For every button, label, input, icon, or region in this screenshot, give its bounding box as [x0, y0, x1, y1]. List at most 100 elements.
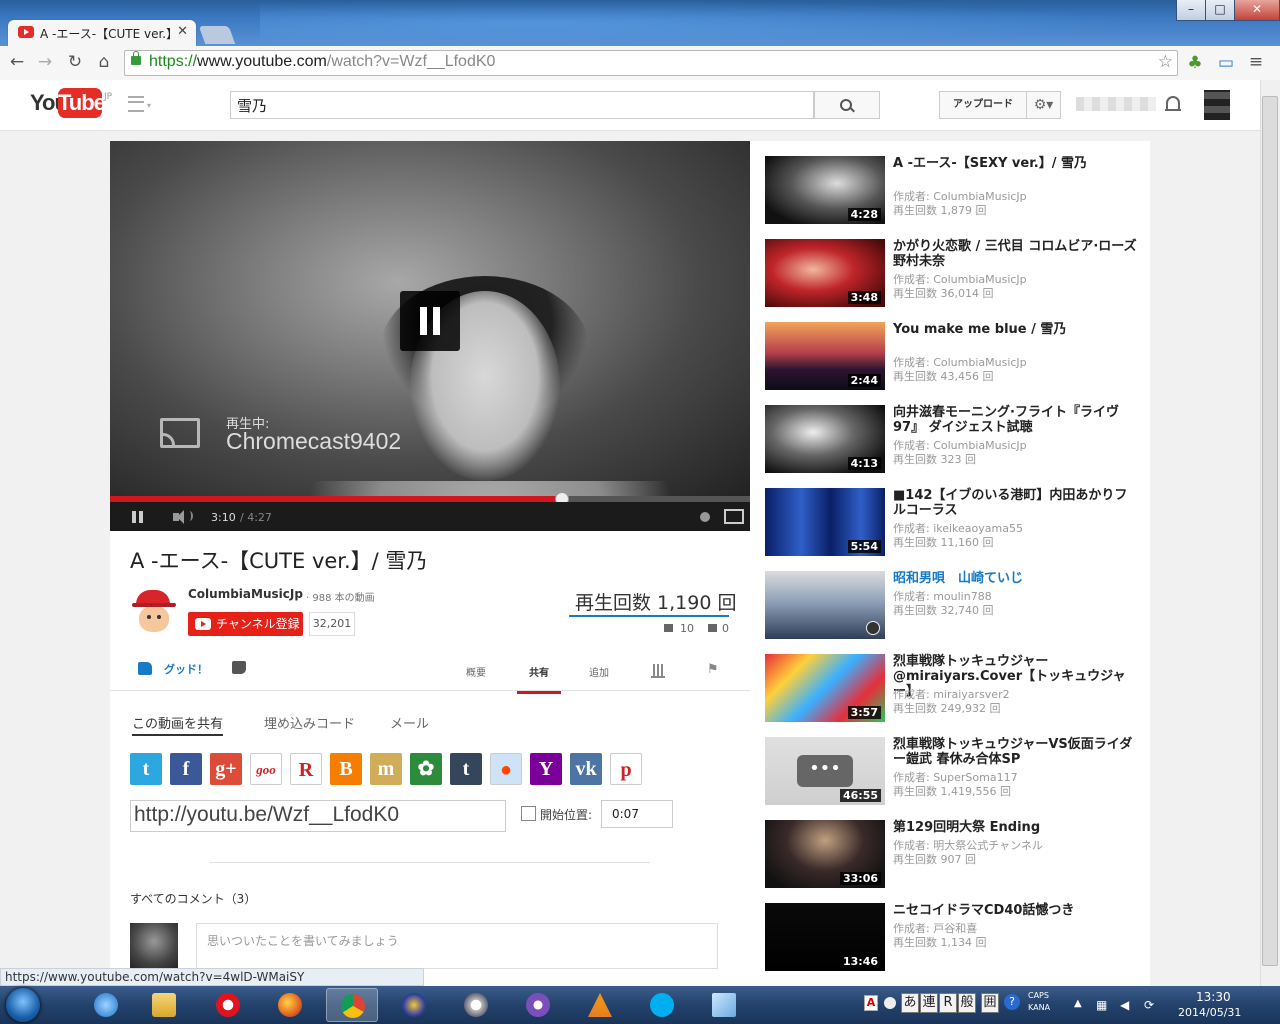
start-button[interactable]	[6, 988, 40, 1022]
taskbar-firefox[interactable]	[264, 988, 316, 1022]
logo-tube[interactable]: Tube	[58, 88, 106, 118]
home-icon[interactable]: ⌂	[93, 51, 115, 73]
taskbar-opera[interactable]	[202, 988, 254, 1022]
ime-mode-r[interactable]: R	[939, 993, 957, 1013]
ime-mode-kakomi[interactable]: 囲	[981, 993, 999, 1013]
related-thumbnail[interactable]	[765, 571, 885, 639]
related-thumbnail[interactable]: 5:54	[765, 488, 885, 556]
scrollbar-thumb[interactable]	[1262, 96, 1278, 966]
cast-extension-icon[interactable]: ▭	[1215, 52, 1237, 74]
dislike-icon[interactable]	[232, 661, 246, 674]
share-goo-icon[interactable]: goo	[250, 753, 282, 785]
share-url-field[interactable]: http://youtu.be/Wzf__LfodK0	[130, 800, 506, 832]
channel-video-count[interactable]: · 988 本の動画	[306, 589, 375, 604]
close-window-button[interactable]: ✕	[1234, 0, 1280, 21]
related-thumbnail[interactable]: 4:28	[765, 156, 885, 224]
close-tab-icon[interactable]: ✕	[177, 24, 188, 39]
taskbar-skype[interactable]	[636, 988, 688, 1022]
clock-date[interactable]: 2014/05/31	[1178, 1006, 1241, 1019]
acrobat-tray-icon[interactable]: A	[864, 995, 878, 1011]
related-thumbnail[interactable]: 13:46	[765, 903, 885, 971]
cast-button-icon[interactable]	[724, 509, 744, 524]
network-icon[interactable]: ▦	[1096, 998, 1107, 1012]
share-rakuten-icon[interactable]: R	[290, 753, 322, 785]
comment-input[interactable]: 思いついたことを書いてみましょう	[196, 923, 718, 969]
share-reddit-icon[interactable]: ●	[490, 753, 522, 785]
taskbar-chrome[interactable]	[326, 988, 378, 1022]
related-title[interactable]: ニセコイドラマCD40話憾つき	[893, 903, 1138, 918]
ime-status-icon[interactable]	[884, 997, 896, 1009]
taskbar-app-oval[interactable]	[450, 988, 502, 1022]
flag-icon[interactable]: ⚑	[707, 662, 719, 677]
related-title[interactable]: A -エース-【SEXY ver.】/ 雪乃	[893, 156, 1138, 171]
related-thumbnail[interactable]: 3:48	[765, 239, 885, 307]
browser-tab-active[interactable]: A -エース-【CUTE ver.】 ✕	[8, 20, 196, 46]
taskbar-window[interactable]	[698, 988, 750, 1022]
watch-later-icon[interactable]	[866, 621, 880, 635]
tab-add[interactable]: 追加	[589, 664, 609, 679]
share-blogger-icon[interactable]: B	[330, 753, 362, 785]
related-thumbnail[interactable]: 2:44	[765, 322, 885, 390]
forward-icon[interactable]: →	[34, 51, 56, 73]
channel-avatar[interactable]	[130, 586, 178, 634]
clock-time[interactable]: 13:30	[1196, 990, 1231, 1004]
speaker-icon[interactable]: ◀	[1120, 998, 1129, 1012]
share-pinterest-icon[interactable]: p	[610, 753, 642, 785]
bookmark-star-icon[interactable]: ☆	[1158, 52, 1173, 72]
taskbar-vlc[interactable]	[574, 988, 626, 1022]
related-title[interactable]: You make me blue / 雪乃	[893, 322, 1138, 337]
account-name-blurred[interactable]	[1076, 97, 1156, 111]
new-tab-button[interactable]	[198, 26, 236, 44]
taskbar-explorer[interactable]	[138, 988, 190, 1022]
watch-later-icon[interactable]	[700, 512, 710, 522]
account-avatar[interactable]	[1204, 90, 1230, 120]
help-icon[interactable]: ?	[1004, 994, 1020, 1010]
notification-bell-icon[interactable]	[1165, 96, 1181, 111]
start-time-checkbox[interactable]	[521, 806, 536, 821]
chrome-menu-icon[interactable]: ≡	[1245, 51, 1267, 73]
like-button[interactable]: グッド！	[164, 661, 208, 677]
related-title[interactable]: 向井滋春モーニング·フライト『ライヴ97』 ダイジェスト試聴	[893, 405, 1138, 435]
settings-gear-button[interactable]: ⚙▾	[1027, 91, 1061, 119]
related-title[interactable]: ■142【イブのいる港町】内田あかりフルコーラス	[893, 488, 1138, 518]
search-input[interactable]: 雪乃	[230, 91, 814, 119]
related-thumbnail[interactable]: 4:13	[765, 405, 885, 473]
tray-expand-icon[interactable]: ▲	[1074, 998, 1082, 1009]
share-subtab-share[interactable]: この動画を共有	[132, 713, 224, 736]
share-twitter-icon[interactable]: t	[130, 753, 162, 785]
extension-sprout-icon[interactable]: ♣	[1184, 52, 1206, 74]
ime-mode-hiragana[interactable]: あ	[901, 993, 919, 1013]
share-vk-icon[interactable]: vk	[570, 753, 602, 785]
related-title[interactable]: かがり火恋歌 / 三代目 コロムビア·ローズ 野村未奈	[893, 239, 1138, 269]
taskbar-ie[interactable]	[80, 988, 132, 1022]
minimize-button[interactable]: –	[1176, 0, 1206, 21]
related-thumbnail[interactable]: 33:06	[765, 820, 885, 888]
share-mixi-icon[interactable]: m	[370, 753, 402, 785]
share-yahoo-icon[interactable]: Y	[530, 753, 562, 785]
pause-button[interactable]	[132, 511, 144, 523]
related-thumbnail[interactable]: ••• 46:55	[765, 737, 885, 805]
related-thumbnail[interactable]: 3:57	[765, 654, 885, 722]
sync-icon[interactable]: ⟳	[1144, 998, 1154, 1012]
taskbar-headphones[interactable]	[388, 988, 440, 1022]
guide-menu-icon[interactable]	[128, 96, 144, 112]
taskbar-viber[interactable]	[512, 988, 564, 1022]
maximize-button[interactable]: □	[1205, 0, 1235, 21]
related-title[interactable]: 昭和男唄 山崎ていじ	[893, 571, 1138, 586]
address-bar[interactable]: https://www.youtube.com/watch?v=Wzf__Lfo…	[124, 50, 1178, 76]
share-googleplus-icon[interactable]: g+	[210, 753, 242, 785]
ime-mode-han[interactable]: 般	[958, 993, 976, 1013]
ime-mode-ren[interactable]: 連	[920, 993, 938, 1013]
reload-icon[interactable]: ↻	[64, 51, 86, 73]
share-ameba-icon[interactable]: ✿	[410, 753, 442, 785]
stats-icon[interactable]	[651, 664, 665, 678]
related-title[interactable]: 第129回明大祭 Ending	[893, 820, 1138, 835]
like-icon[interactable]	[138, 662, 152, 675]
share-subtab-email[interactable]: メール	[390, 713, 429, 732]
share-tumblr-icon[interactable]: t	[450, 753, 482, 785]
share-subtab-embed[interactable]: 埋め込みコード	[264, 713, 355, 732]
share-facebook-icon[interactable]: f	[170, 753, 202, 785]
channel-name[interactable]: ColumbiaMusicJp	[188, 587, 303, 601]
tab-about[interactable]: 概要	[466, 664, 486, 679]
search-button[interactable]	[814, 91, 880, 119]
